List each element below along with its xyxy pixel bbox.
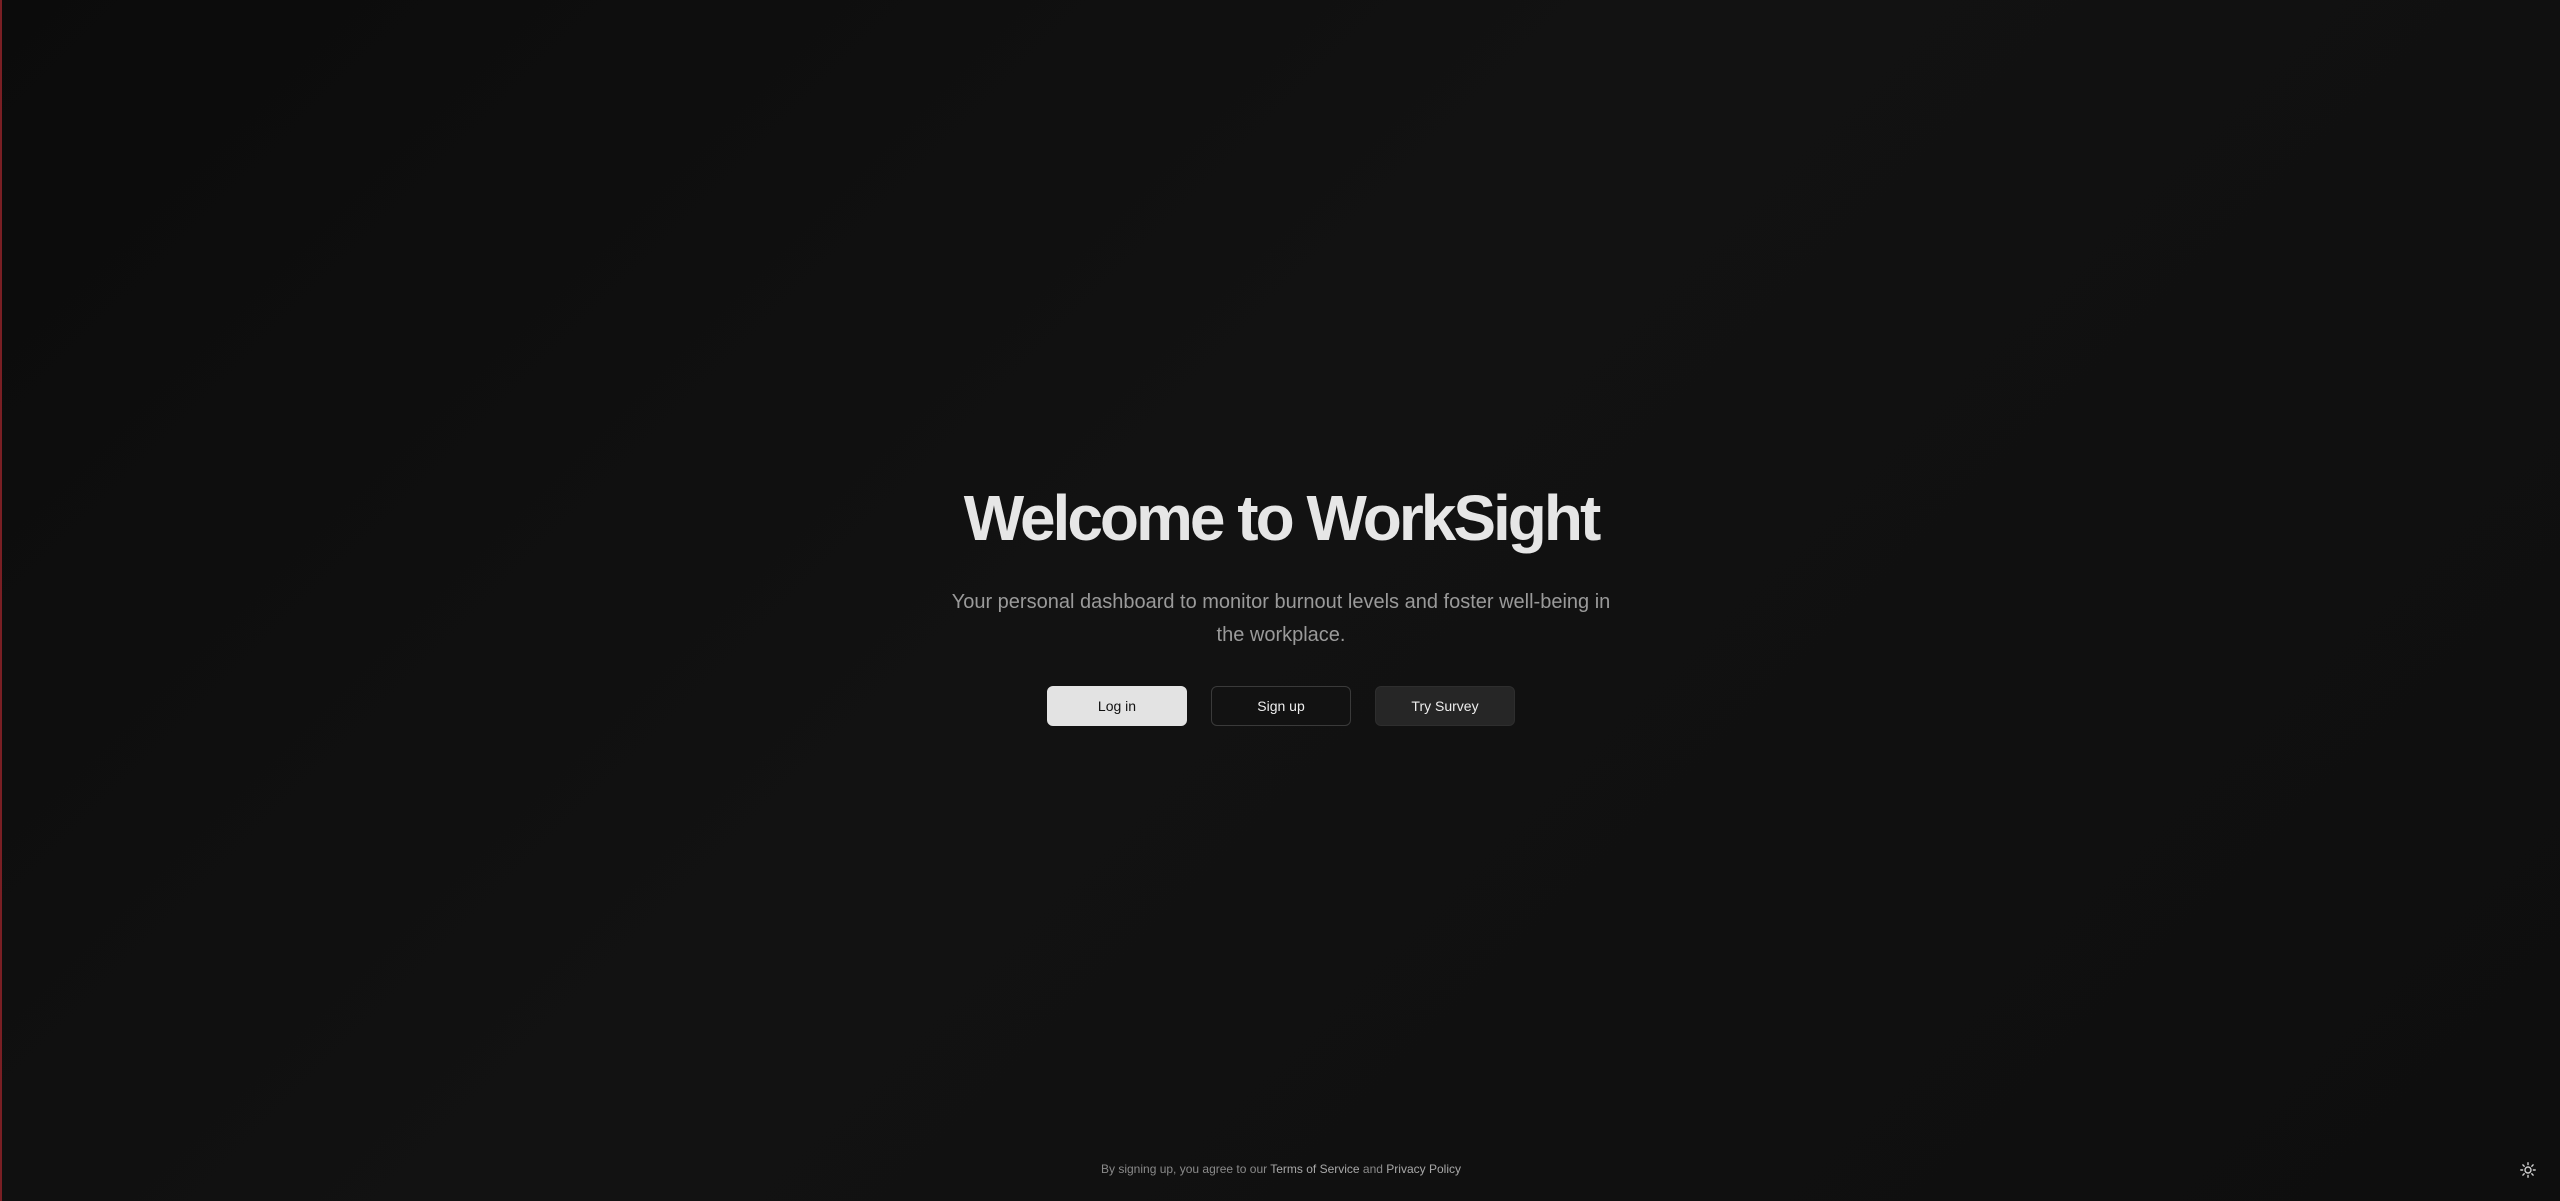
- hero-section: Welcome to WorkSight Your personal dashb…: [2, 478, 2560, 726]
- page-title: Welcome to WorkSight: [963, 482, 1602, 554]
- signup-button[interactable]: Sign up: [1211, 686, 1351, 726]
- footer-prefix: By signing up, you agree to our: [1101, 1162, 1271, 1176]
- welcome-page: Welcome to WorkSight Your personal dashb…: [0, 0, 2560, 1201]
- privacy-policy-link[interactable]: Privacy Policy: [1386, 1162, 1461, 1176]
- footer-conjunction: and: [1359, 1162, 1387, 1176]
- login-button[interactable]: Log in: [1047, 686, 1187, 726]
- try-survey-button[interactable]: Try Survey: [1375, 686, 1515, 726]
- sun-icon: [2520, 1162, 2536, 1178]
- legal-footer: By signing up, you agree to our Terms of…: [2, 1161, 2560, 1177]
- action-buttons: Log in Sign up Try Survey: [2, 686, 2560, 726]
- terms-of-service-link[interactable]: Terms of Service: [1270, 1162, 1359, 1176]
- page-subtitle: Your personal dashboard to monitor burno…: [951, 591, 1611, 646]
- theme-toggle-button[interactable]: [2518, 1160, 2538, 1180]
